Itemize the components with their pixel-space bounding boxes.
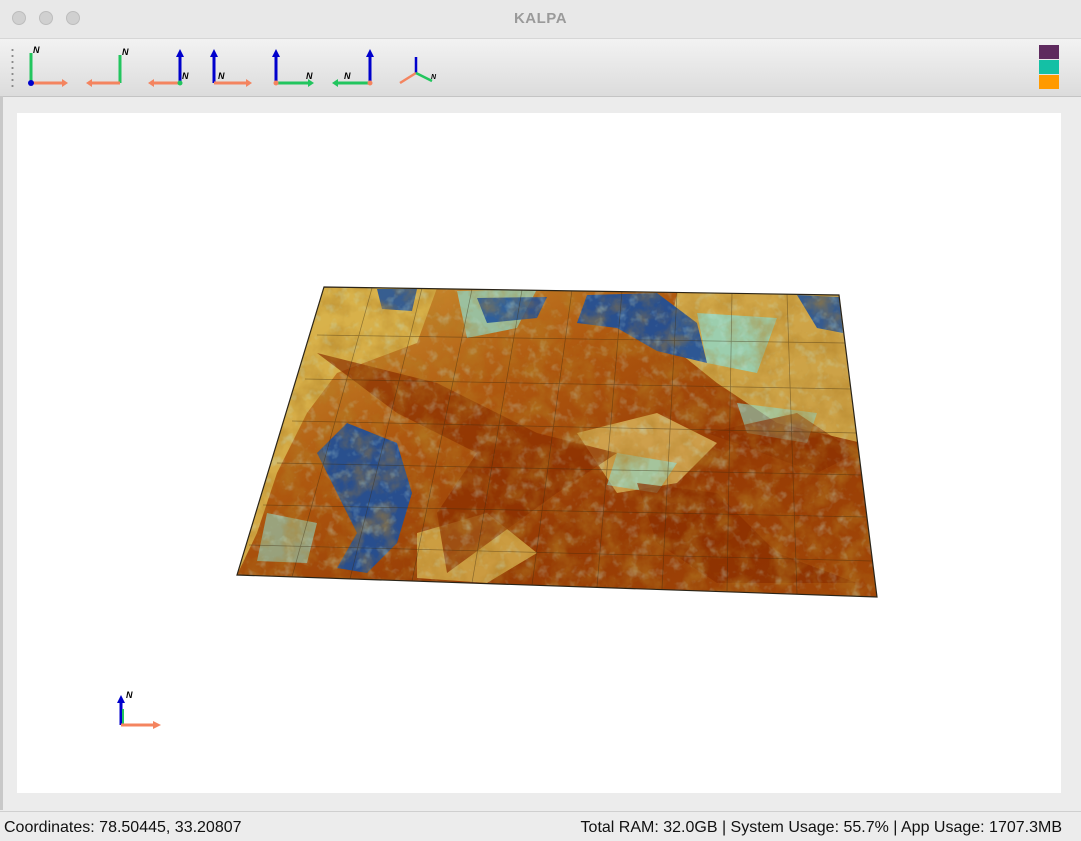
view-north-up-right-button[interactable]: N — [86, 43, 130, 89]
view-north-up-left-button[interactable]: N — [24, 43, 68, 89]
svg-text:N: N — [126, 690, 133, 700]
axis-view-icon: N — [28, 45, 68, 87]
terrain-3d-view[interactable] — [17, 113, 1061, 793]
coordinates-readout: Coordinates: 78.50445, 33.20807 — [4, 819, 242, 836]
window-title: KALPA — [513, 10, 568, 27]
system-usage-readout: Total RAM: 32.0GB | System Usage: 55.7% … — [580, 819, 1062, 836]
app-window: KALPA N N N N N N N N Coordinates: 78.50… — [0, 0, 1081, 841]
view-north-vertical-west-button[interactable]: N — [332, 43, 376, 89]
axis-view-icon: N — [210, 49, 252, 87]
axis-view-icon: N — [332, 49, 374, 87]
axis-view-icon: N — [272, 49, 314, 87]
axis-view-icon: N — [399, 57, 437, 85]
colormap-swatch-teal[interactable] — [1039, 60, 1059, 74]
view-north-vertical-east-button[interactable]: N — [270, 43, 314, 89]
svg-text:N: N — [122, 47, 129, 57]
color-swatches — [1039, 45, 1059, 90]
orientation-gizmo: N — [117, 690, 161, 729]
svg-text:N: N — [33, 45, 40, 55]
map-viewport[interactable]: N — [17, 113, 1061, 793]
axis-view-icon: N — [148, 49, 189, 87]
svg-text:N: N — [306, 71, 313, 81]
svg-text:N: N — [182, 71, 189, 81]
svg-text:N: N — [218, 71, 225, 81]
terrain-tile — [237, 287, 877, 597]
view-toolbar: N N N N N N N — [0, 39, 1081, 97]
status-bar: Coordinates: 78.50445, 33.20807 Total RA… — [0, 811, 1081, 841]
svg-text:N: N — [344, 71, 351, 81]
title-bar: KALPA — [0, 0, 1081, 39]
svg-text:N: N — [431, 74, 437, 81]
view-north-vertical-right-button[interactable]: N — [208, 43, 252, 89]
colormap-swatch-purple[interactable] — [1039, 45, 1059, 59]
view-isometric-button[interactable]: N — [394, 43, 438, 89]
toolbar-grip-handle[interactable] — [11, 47, 14, 87]
view-north-up-center-button[interactable]: N — [148, 43, 192, 89]
colormap-swatch-orange[interactable] — [1039, 75, 1059, 89]
axis-view-icon: N — [86, 47, 129, 87]
window-left-edge — [0, 96, 3, 810]
